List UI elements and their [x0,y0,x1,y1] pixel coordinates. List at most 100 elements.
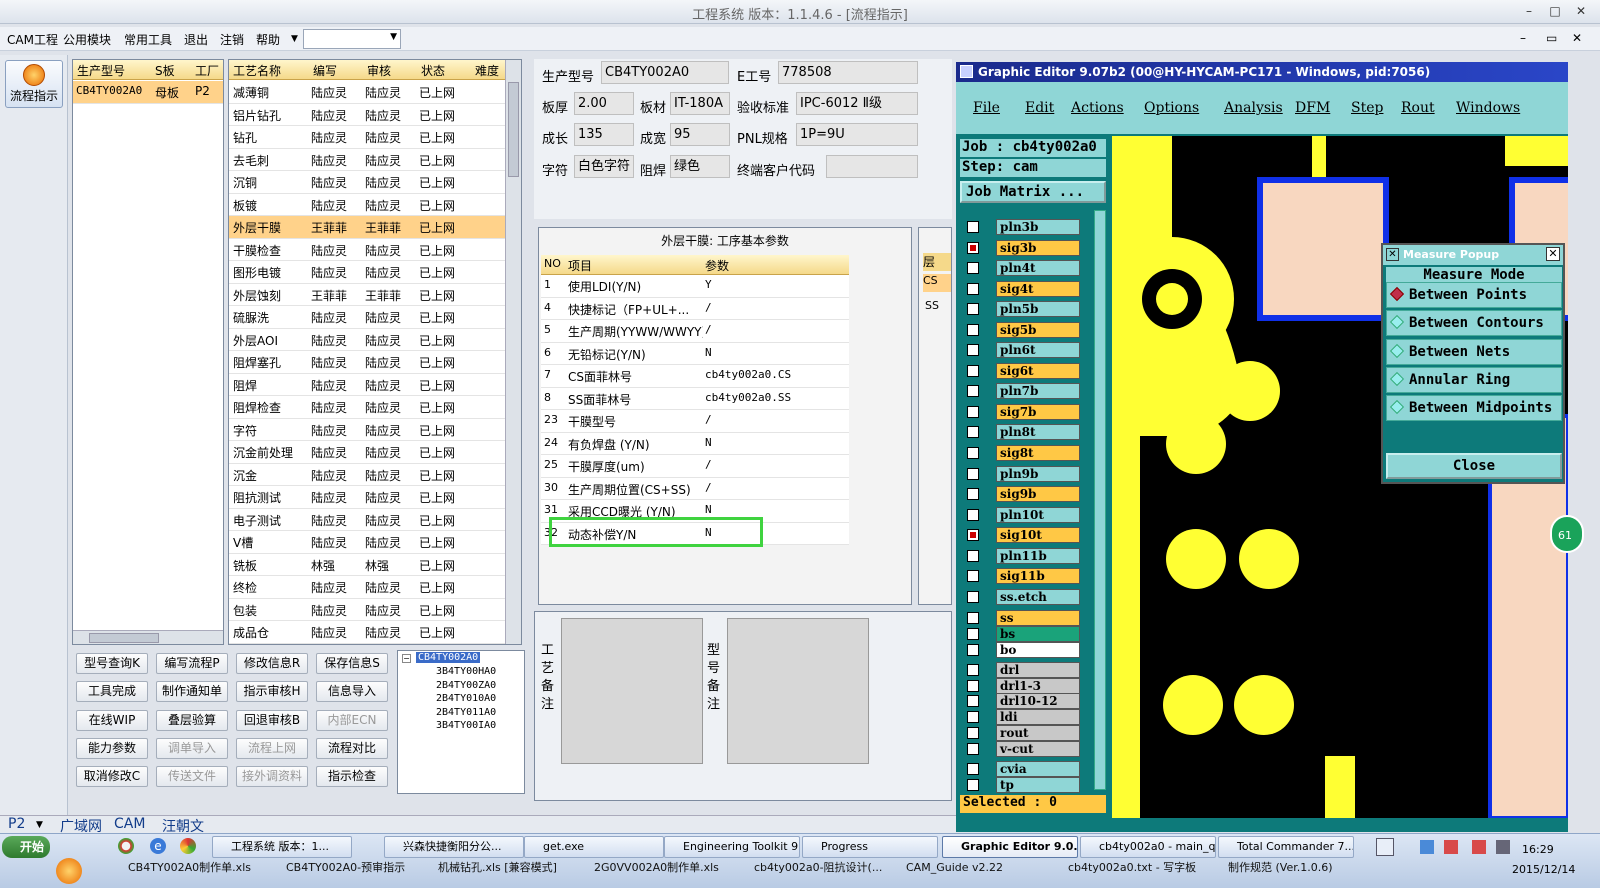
tree-item[interactable]: 3B4TY00HA0 [436,666,496,677]
table-row[interactable]: 4 快捷标记（FP+UL+... / [541,297,849,320]
table-row[interactable]: 5 生产周期(YYWW/WWYY) / [541,320,849,343]
table-row[interactable]: 包装 陆应灵 陆应灵 已上网 [229,599,505,621]
col-header[interactable]: NO [544,257,561,270]
ge-menu-file[interactable]: File [973,100,1000,116]
layer-row[interactable]: sig3b [962,240,1080,256]
table-row[interactable]: 硫脲洗 陆应灵 陆应灵 已上网 [229,306,505,329]
layer-name[interactable]: tp [996,777,1080,793]
layer-name[interactable]: sig10t [996,527,1080,543]
layer-name[interactable]: ldi [996,709,1080,725]
table-row[interactable]: 8 SS面菲林号 cb4ty002a0.SS [541,387,849,410]
layer-name[interactable]: bs [996,626,1080,642]
craft-notes-box[interactable] [561,618,703,764]
taskbar-item[interactable]: Total Commander 7.... [1218,836,1354,858]
table-row[interactable]: 1 使用LDI(Y/N) Y [541,275,849,298]
len-field[interactable]: 135 [574,123,634,146]
layer-checkbox[interactable] [967,242,979,254]
ge-menu-rout[interactable]: Rout [1401,100,1435,116]
layer-checkbox[interactable] [967,680,979,692]
layer-name[interactable]: drl10-12 [996,693,1080,709]
taskbar-item[interactable]: 兴森快捷衡阳分公... [384,836,524,858]
layer-row[interactable]: ss [962,610,1080,626]
collapse-icon[interactable]: − [402,654,411,663]
action-button[interactable]: 流程上网 [236,737,308,759]
taskbar-item[interactable]: Engineering Toolkit 9.... [664,836,800,858]
layer-row[interactable]: pln9b [962,466,1080,482]
action-button[interactable]: 调单导入 [156,737,228,759]
ge-menu-options[interactable]: Options [1144,100,1199,116]
action-button[interactable]: 叠层验算 [156,709,228,731]
action-button[interactable]: 信息导入 [316,681,388,703]
layer-name[interactable]: drl1-3 [996,678,1080,694]
table-row[interactable]: 成品仓 陆应灵 陆应灵 已上网 [229,621,505,644]
ge-menu-windows[interactable]: Windows [1456,100,1520,116]
layer-row[interactable]: drl1-3 [962,678,1080,694]
layer-row[interactable]: tp [962,777,1080,793]
tree-item[interactable]: 2B4TY00ZA0 [436,680,496,691]
start-orb-icon[interactable] [56,858,82,884]
h-scrollbar[interactable] [73,630,223,644]
table-row[interactable]: CB4TY002A0 母板 P2 [73,81,223,104]
tray-icon[interactable] [1472,840,1486,854]
action-button[interactable]: 在线WIP [76,709,148,731]
layer-name[interactable]: sig7b [996,404,1080,420]
action-button[interactable]: 型号查询K [76,653,148,674]
layer-cs[interactable]: CS [923,274,951,292]
std-field[interactable]: IPC-6012 Ⅱ级 [796,92,918,115]
speaker-icon[interactable] [1496,840,1510,854]
scroll-thumb[interactable] [89,633,159,643]
layer-checkbox[interactable] [967,221,979,233]
action-button[interactable]: 内部ECN [316,709,388,731]
chevron-down-icon[interactable]: ▼ [36,820,43,830]
maximize-button[interactable]: □ [1546,3,1564,19]
ge-menu-step[interactable]: Step [1351,100,1383,116]
table-row[interactable]: 字符 陆应灵 陆应灵 已上网 [229,419,505,441]
prod-field[interactable]: CB4TY002A0 [601,61,729,84]
table-row[interactable]: 去毛刺 陆应灵 陆应灵 已上网 [229,149,505,171]
action-button[interactable]: 修改信息R [236,653,308,674]
taskbar-item[interactable]: CB4TY002A0-预审指示 [268,857,418,879]
action-button[interactable]: 传送文件 [156,766,228,788]
table-row[interactable]: 铝片钻孔 陆应灵 陆应灵 已上网 [229,104,505,126]
menu-tools[interactable]: 常用工具 [124,31,172,48]
layer-name[interactable]: pln11b [996,548,1080,564]
layer-checkbox[interactable] [967,644,979,656]
col-header[interactable]: 工艺名称 [233,62,281,79]
measure-option[interactable]: Between Points [1386,282,1562,308]
job-matrix-button[interactable]: Job Matrix ... [960,181,1106,203]
action-button[interactable]: 接外调资料 [236,766,308,788]
layer-checkbox[interactable] [967,529,979,541]
layer-checkbox[interactable] [967,303,979,315]
start-button[interactable]: 开始 [2,836,50,858]
action-button[interactable]: 制作通知单 [156,681,228,703]
layer-checkbox[interactable] [967,743,979,755]
taskbar-item[interactable]: get.exe [524,836,664,858]
layer-name[interactable]: pln10t [996,507,1080,523]
action-button[interactable]: 指示审核H [236,681,308,703]
col-header[interactable]: 难度 [475,62,499,79]
table-row[interactable]: 板镀 陆应灵 陆应灵 已上网 [229,194,505,216]
layer-row[interactable]: sig9b [962,486,1080,502]
tab-p2[interactable]: P2 [8,816,25,832]
layer-checkbox[interactable] [967,406,979,418]
mat-field[interactable]: IT-180A [670,92,730,115]
layer-row[interactable]: pln6t [962,342,1080,358]
layer-row[interactable]: rout [962,725,1080,741]
table-row[interactable]: 沉金前处理 陆应灵 陆应灵 已上网 [229,441,505,464]
ge-layer-scrollbar[interactable] [1094,210,1106,790]
e-field[interactable]: 778508 [778,61,918,84]
table-row[interactable]: 阻焊塞孔 陆应灵 陆应灵 已上网 [229,351,505,374]
chrome-icon[interactable] [118,838,134,854]
measure-option[interactable]: Between Contours [1386,310,1562,337]
taskbar-item[interactable]: 工程系统 版本：1... [212,836,352,858]
desktop-icon[interactable] [1376,838,1394,856]
table-row[interactable]: 干膜检查 陆应灵 陆应灵 已上网 [229,239,505,261]
table-row[interactable]: 外层蚀刻 王菲菲 王菲菲 已上网 [229,284,505,306]
table-row[interactable]: 沉铜 陆应灵 陆应灵 已上网 [229,171,505,194]
tab-cam[interactable]: CAM [114,816,145,832]
layer-name[interactable]: rout [996,725,1080,741]
col-header[interactable]: 状态 [421,62,445,79]
layer-checkbox[interactable] [967,628,979,640]
menu-exit[interactable]: 退出 [184,31,208,48]
tray-icon[interactable] [1444,840,1458,854]
